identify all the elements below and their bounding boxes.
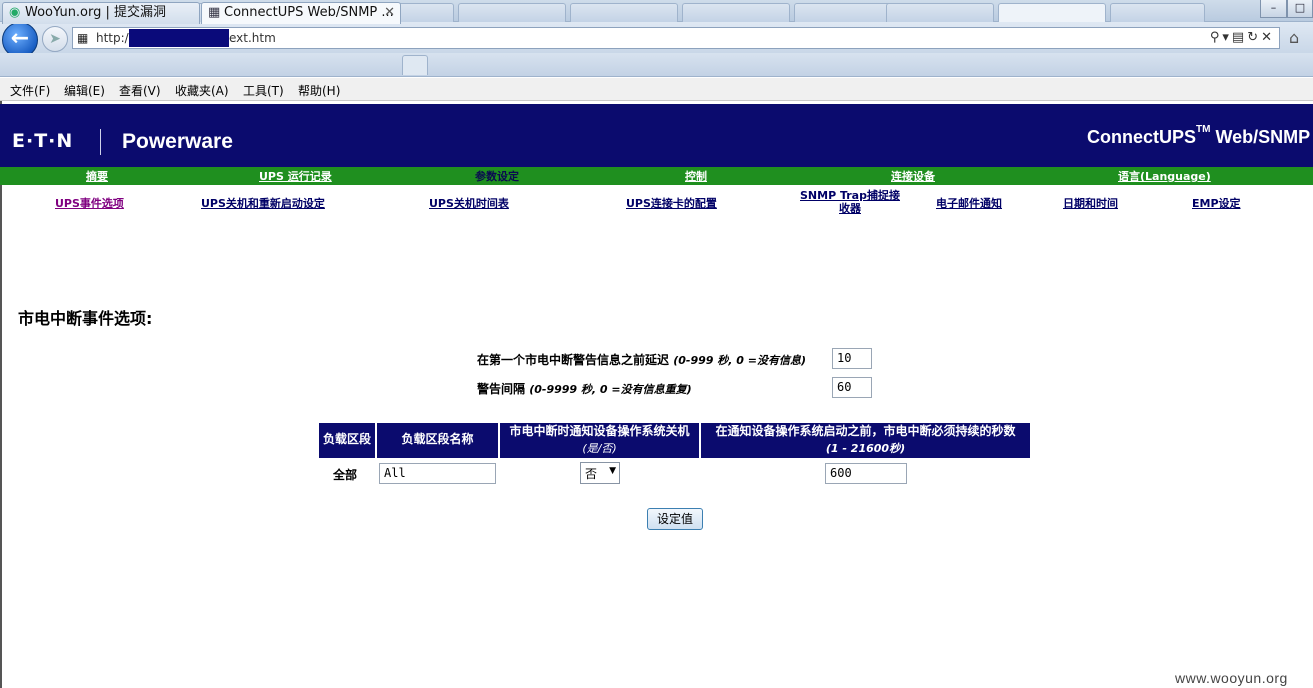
delay-label: 在第一个市电中断警告信息之前延迟 (0-999 秒, 0 =没有信息) <box>477 351 806 368</box>
background-tab[interactable] <box>458 3 566 22</box>
page-title: 市电中断事件选项: <box>18 309 153 328</box>
background-tab[interactable] <box>1110 3 1205 22</box>
maximize-icon[interactable]: □ <box>1287 0 1313 18</box>
notify-header-text: 市电中断时通知设备操作系统关机 <box>509 424 690 438</box>
segment-name-input[interactable]: All <box>379 463 496 484</box>
product-title: ConnectUPSTM Web/SNMP <box>1087 124 1311 148</box>
banner-divider <box>100 129 101 155</box>
seconds-input[interactable]: 600 <box>825 463 907 484</box>
home-icon[interactable]: ⌂ <box>1289 28 1299 47</box>
dropdown-icon[interactable]: ▾ <box>1222 30 1232 45</box>
row-segment: 全部 <box>333 468 358 482</box>
delay-label-text: 在第一个市电中断警告信息之前延迟 <box>477 353 670 367</box>
url-redaction <box>129 29 229 47</box>
nav-parameters[interactable]: 参数设定 <box>475 168 519 184</box>
subnav-card-config[interactable]: UPS连接卡的配置 <box>626 195 717 211</box>
menu-help[interactable]: 帮助(H) <box>298 82 340 99</box>
product-suffix: Web/SNMP <box>1210 127 1311 147</box>
nav-connected-devices[interactable]: 连接设备 <box>891 168 935 184</box>
main-nav: 摘要 UPS 运行记录 参数设定 控制 连接设备 语言(Language) <box>0 167 1313 185</box>
arrow-left-icon: ← <box>10 26 30 51</box>
page-border <box>0 101 2 688</box>
seconds-header-hint: (1 - 21600秒) <box>825 442 906 455</box>
subnav-snmp-trap[interactable]: SNMP Trap捕捉接收器 <box>795 189 905 215</box>
subnav-emp[interactable]: EMP设定 <box>1192 195 1241 211</box>
menu-view[interactable]: 查看(V) <box>119 82 161 99</box>
tab-label: WooYun.org | 提交漏洞 <box>25 5 167 20</box>
address-actions[interactable]: ⚲▾▤↻✕ <box>1210 30 1275 45</box>
nav-control[interactable]: 控制 <box>685 168 707 184</box>
menu-tools[interactable]: 工具(T) <box>243 82 284 99</box>
chevron-down-icon: ▼ <box>609 466 616 476</box>
minimize-icon[interactable]: – <box>1260 0 1287 18</box>
url-prefix: http:/ <box>96 31 129 45</box>
subnav-datetime[interactable]: 日期和时间 <box>1063 195 1118 211</box>
subnav-email[interactable]: 电子邮件通知 <box>936 195 1002 211</box>
interval-hint: (0-9999 秒, 0 =没有信息重复) <box>529 383 692 396</box>
arrow-right-icon: ➤ <box>49 31 61 47</box>
menu-edit[interactable]: 编辑(E) <box>64 82 105 99</box>
background-tab[interactable] <box>886 3 994 22</box>
search-icon[interactable]: ⚲ <box>1210 30 1223 45</box>
trademark: TM <box>1196 124 1211 135</box>
nav-language[interactable]: 语言(Language) <box>1118 168 1211 184</box>
refresh-icon[interactable]: ↻ <box>1247 30 1261 45</box>
eaton-logo: E·T·N <box>12 130 74 152</box>
subnav-shutdown-schedule[interactable]: UPS关机时间表 <box>429 195 509 211</box>
ie-icon: ◉ <box>9 5 21 20</box>
page-icon: ▦ <box>77 31 89 45</box>
stop-icon[interactable]: ✕ <box>1261 30 1275 45</box>
background-tab[interactable] <box>998 3 1106 22</box>
watermark: www.wooyun.org <box>1175 670 1288 686</box>
url-suffix: ext.htm <box>229 31 276 45</box>
menu-favorites[interactable]: 收藏夹(A) <box>175 82 229 99</box>
nav-ups-log[interactable]: UPS 运行记录 <box>259 168 332 184</box>
tab-connectups[interactable]: ▦ ConnectUPS Web/SNMP ... ✕ <box>201 2 401 24</box>
delay-input[interactable]: 10 <box>832 348 872 369</box>
address-input[interactable]: ▦ http:/ ext.htm ⚲▾▤↻✕ <box>72 27 1280 49</box>
tab-label: ConnectUPS Web/SNMP ... <box>224 5 394 20</box>
col-header-segment: 负载区段 <box>319 423 375 458</box>
background-tab[interactable] <box>682 3 790 22</box>
close-tab-icon[interactable]: ✕ <box>384 3 395 23</box>
notify-select[interactable]: 否 ▼ <box>580 462 620 484</box>
subnav-shutdown-restart[interactable]: UPS关机和重新启动设定 <box>201 195 325 211</box>
compat-icon[interactable]: ▤ <box>1232 30 1247 45</box>
powerware-brand: Powerware <box>122 130 233 153</box>
interval-input[interactable]: 60 <box>832 377 872 398</box>
tab-wooyun[interactable]: ◉ WooYun.org | 提交漏洞 <box>2 2 200 24</box>
submit-button[interactable]: 设定值 <box>647 508 703 530</box>
page-icon: ▦ <box>208 5 221 20</box>
notify-value: 否 <box>585 467 598 481</box>
seconds-header-text: 在通知设备操作系统启动之前，市电中断必须持续的秒数 <box>715 424 1016 438</box>
nav-summary[interactable]: 摘要 <box>86 168 108 184</box>
product-name: ConnectUPS <box>1087 127 1197 147</box>
interval-label-text: 警告间隔 <box>477 382 526 396</box>
subnav-ups-events[interactable]: UPS事件选项 <box>55 195 124 211</box>
forward-button[interactable]: ➤ <box>42 26 68 52</box>
background-tab[interactable] <box>570 3 678 22</box>
col-header-name: 负载区段名称 <box>377 423 498 458</box>
col-header-seconds: 在通知设备操作系统启动之前，市电中断必须持续的秒数 (1 - 21600秒) <box>701 423 1030 458</box>
menu-bar: 文件(F) 编辑(E) 查看(V) 收藏夹(A) 工具(T) 帮助(H) <box>0 78 1313 101</box>
new-tab-button[interactable] <box>402 55 428 75</box>
notify-header-hint: (是/否) <box>582 442 617 455</box>
command-bar-blurred <box>1025 64 1313 78</box>
interval-label: 警告间隔 (0-9999 秒, 0 =没有信息重复) <box>477 380 692 397</box>
delay-hint: (0-999 秒, 0 =没有信息) <box>673 354 806 367</box>
col-header-notify: 市电中断时通知设备操作系统关机 (是/否) <box>500 423 699 458</box>
menu-file[interactable]: 文件(F) <box>10 82 50 99</box>
